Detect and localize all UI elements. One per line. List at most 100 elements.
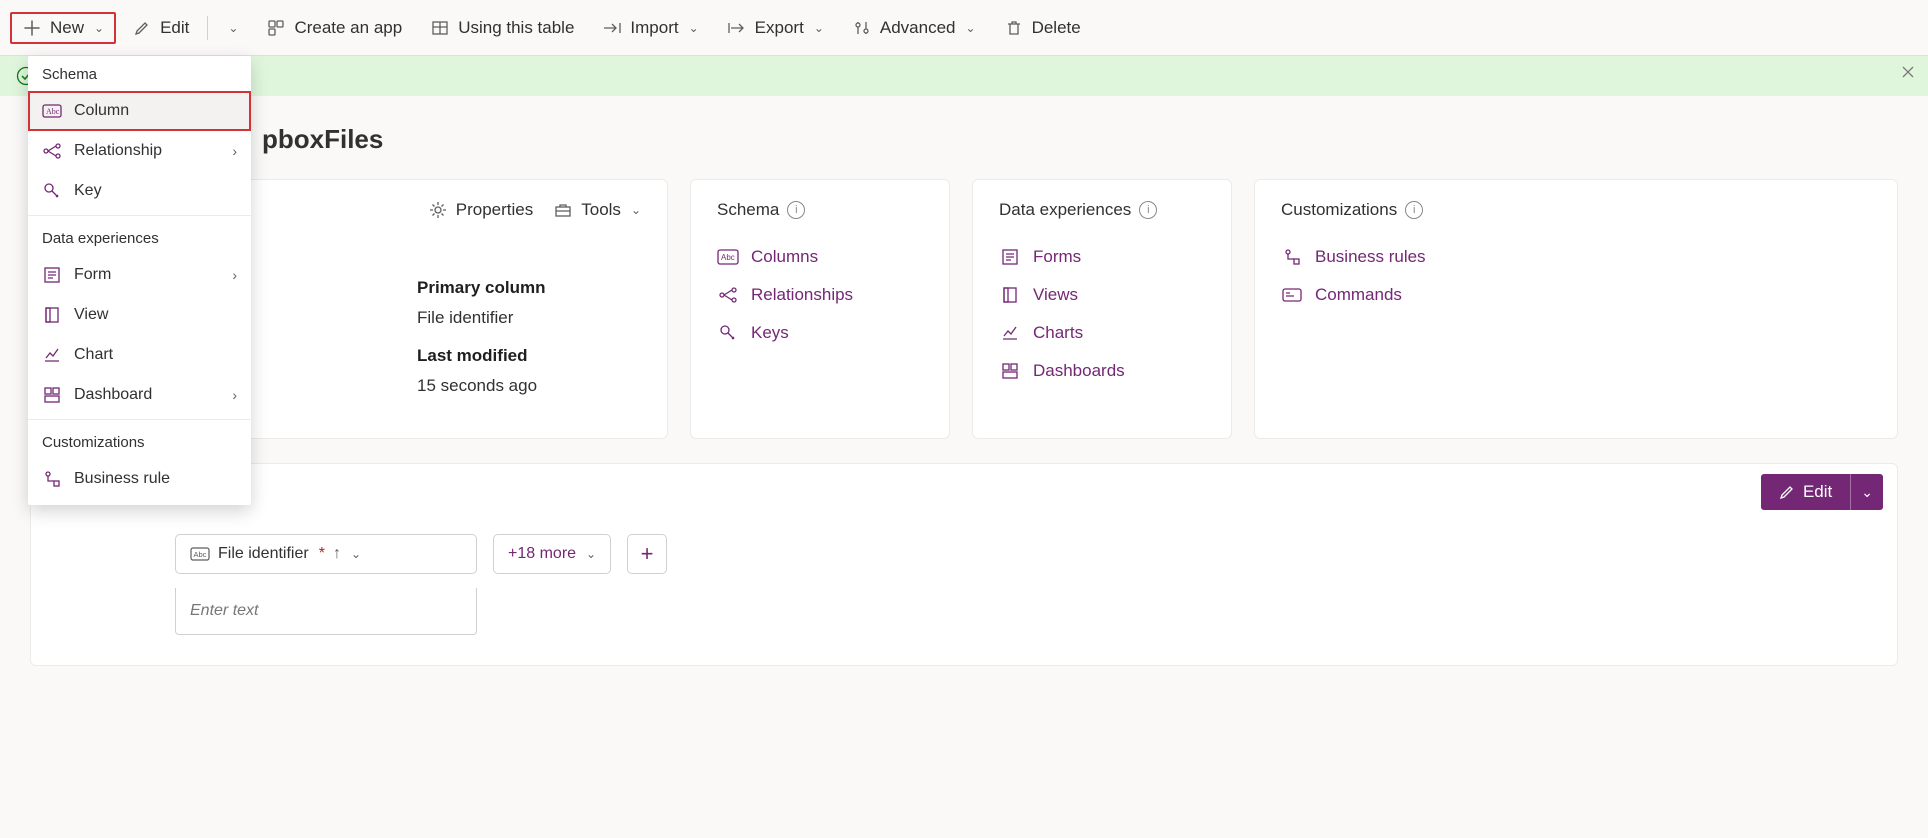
sort-up-icon: ↑ bbox=[333, 545, 341, 563]
create-app-button[interactable]: Create an app bbox=[254, 12, 414, 44]
advanced-label: Advanced bbox=[880, 18, 956, 38]
info-icon[interactable]: i bbox=[787, 201, 805, 219]
dropdown-column-label: Column bbox=[74, 102, 129, 120]
dropdown-item-business-rule[interactable]: Business rule bbox=[28, 459, 251, 499]
commands-label: Commands bbox=[1315, 285, 1402, 305]
dropdown-item-chart[interactable]: Chart bbox=[28, 335, 251, 375]
charts-label: Charts bbox=[1033, 323, 1083, 343]
chevron-down-icon: ⌄ bbox=[94, 21, 104, 35]
business-rule-icon bbox=[42, 469, 62, 489]
columns-label: Columns bbox=[751, 247, 818, 267]
import-button[interactable]: Import ⌄ bbox=[590, 12, 710, 44]
trash-icon bbox=[1004, 18, 1024, 38]
chevron-down-icon: ⌄ bbox=[586, 547, 596, 561]
import-icon bbox=[602, 18, 622, 38]
chevron-down-icon: ⌄ bbox=[351, 547, 361, 561]
keys-link[interactable]: Keys bbox=[717, 314, 923, 352]
using-table-button[interactable]: Using this table bbox=[418, 12, 586, 44]
command-bar: New ⌄ Edit ⌄ Create an app Using this ta… bbox=[0, 0, 1928, 56]
columns-link[interactable]: Abc Columns bbox=[717, 238, 923, 276]
pencil-icon bbox=[132, 18, 152, 38]
dropdown-item-dashboard[interactable]: Dashboard › bbox=[28, 375, 251, 415]
chevron-down-icon: ⌄ bbox=[631, 203, 641, 217]
svg-text:Abc: Abc bbox=[46, 107, 60, 116]
tools-label: Tools bbox=[581, 200, 621, 220]
columns-section-header: columns and data Edit ⌄ bbox=[31, 464, 1897, 520]
tools-action[interactable]: Tools ⌄ bbox=[553, 200, 641, 220]
info-icon[interactable]: i bbox=[1139, 201, 1157, 219]
key-icon bbox=[717, 322, 739, 344]
dropdown-form-label: Form bbox=[74, 266, 111, 284]
chart-icon bbox=[42, 345, 62, 365]
views-label: Views bbox=[1033, 285, 1078, 305]
column-header-row: Abc File identifier * ↑ ⌄ +18 more ⌄ + bbox=[175, 534, 1871, 574]
app-icon bbox=[266, 18, 286, 38]
export-button[interactable]: Export ⌄ bbox=[715, 12, 836, 44]
new-label: New bbox=[50, 18, 84, 38]
add-column-button[interactable]: + bbox=[627, 534, 667, 574]
edit-data-button[interactable]: Edit bbox=[1761, 474, 1850, 510]
commands-link[interactable]: Commands bbox=[1281, 276, 1871, 314]
customizations-card: Customizations i Business rules Commands bbox=[1254, 179, 1898, 439]
properties-column: Primary column File identifier Last modi… bbox=[417, 278, 546, 396]
business-rules-label: Business rules bbox=[1315, 247, 1426, 267]
cell-placeholder: Enter text bbox=[190, 602, 258, 619]
divider bbox=[28, 419, 251, 420]
dropdown-section-data-exp: Data experiences bbox=[28, 220, 251, 255]
column-name: File identifier bbox=[218, 545, 309, 563]
last-modified-value: 15 seconds ago bbox=[417, 376, 546, 396]
dropdown-item-form[interactable]: Form › bbox=[28, 255, 251, 295]
dropdown-item-relationship[interactable]: Relationship › bbox=[28, 131, 251, 171]
new-button[interactable]: New ⌄ bbox=[10, 12, 116, 44]
required-indicator: * bbox=[319, 545, 325, 563]
dropdown-item-key[interactable]: Key bbox=[28, 171, 251, 211]
chevron-down-icon: ⌄ bbox=[814, 21, 824, 35]
column-icon: Abc bbox=[42, 101, 62, 121]
columns-body: Abc File identifier * ↑ ⌄ +18 more ⌄ + E… bbox=[31, 520, 1897, 665]
export-label: Export bbox=[755, 18, 804, 38]
dropdown-view-label: View bbox=[74, 306, 108, 324]
custom-title: Customizations bbox=[1281, 200, 1397, 220]
advanced-button[interactable]: Advanced ⌄ bbox=[840, 12, 988, 44]
relationship-icon bbox=[42, 141, 62, 161]
plus-icon: + bbox=[641, 541, 654, 567]
svg-text:Abc: Abc bbox=[194, 550, 207, 559]
columns-data-section: columns and data Edit ⌄ Abc File identif… bbox=[30, 463, 1898, 666]
chevron-down-icon: ⌄ bbox=[689, 21, 699, 35]
edit-button[interactable]: Edit bbox=[120, 12, 201, 44]
card-header: Customizations i bbox=[1281, 200, 1871, 220]
business-rules-link[interactable]: Business rules bbox=[1281, 238, 1871, 276]
cell-input[interactable]: Enter text bbox=[175, 588, 477, 635]
dropdown-item-column[interactable]: Abc Column bbox=[28, 91, 251, 131]
page-content: pboxFiles Properties Tools ⌄ bbox=[0, 124, 1928, 696]
gear-icon bbox=[428, 200, 448, 220]
more-columns-button[interactable]: +18 more ⌄ bbox=[493, 534, 611, 574]
charts-link[interactable]: Charts bbox=[999, 314, 1205, 352]
plus-icon bbox=[22, 18, 42, 38]
toolbox-icon bbox=[553, 200, 573, 220]
import-label: Import bbox=[630, 18, 678, 38]
dashboard-icon bbox=[42, 385, 62, 405]
column-icon: Abc bbox=[717, 246, 739, 268]
chevron-right-icon: › bbox=[232, 143, 237, 159]
delete-button[interactable]: Delete bbox=[992, 12, 1093, 44]
view-icon bbox=[999, 284, 1021, 306]
divider bbox=[28, 215, 251, 216]
banner-close[interactable] bbox=[1900, 64, 1916, 80]
card-header: Schema i bbox=[717, 200, 923, 220]
dropdown-item-view[interactable]: View bbox=[28, 295, 251, 335]
edit-data-dropdown[interactable]: ⌄ bbox=[1850, 474, 1883, 510]
relationship-icon bbox=[717, 284, 739, 306]
edit-dropdown[interactable]: ⌄ bbox=[214, 15, 250, 41]
dropdown-business-rule-label: Business rule bbox=[74, 470, 170, 488]
properties-action[interactable]: Properties bbox=[428, 200, 533, 220]
settings-icon bbox=[852, 18, 872, 38]
info-icon[interactable]: i bbox=[1405, 201, 1423, 219]
column-header-file-identifier[interactable]: Abc File identifier * ↑ ⌄ bbox=[175, 534, 477, 574]
views-link[interactable]: Views bbox=[999, 276, 1205, 314]
dashboards-label: Dashboards bbox=[1033, 361, 1125, 381]
create-app-label: Create an app bbox=[294, 18, 402, 38]
forms-link[interactable]: Forms bbox=[999, 238, 1205, 276]
dashboards-link[interactable]: Dashboards bbox=[999, 352, 1205, 390]
relationships-link[interactable]: Relationships bbox=[717, 276, 923, 314]
